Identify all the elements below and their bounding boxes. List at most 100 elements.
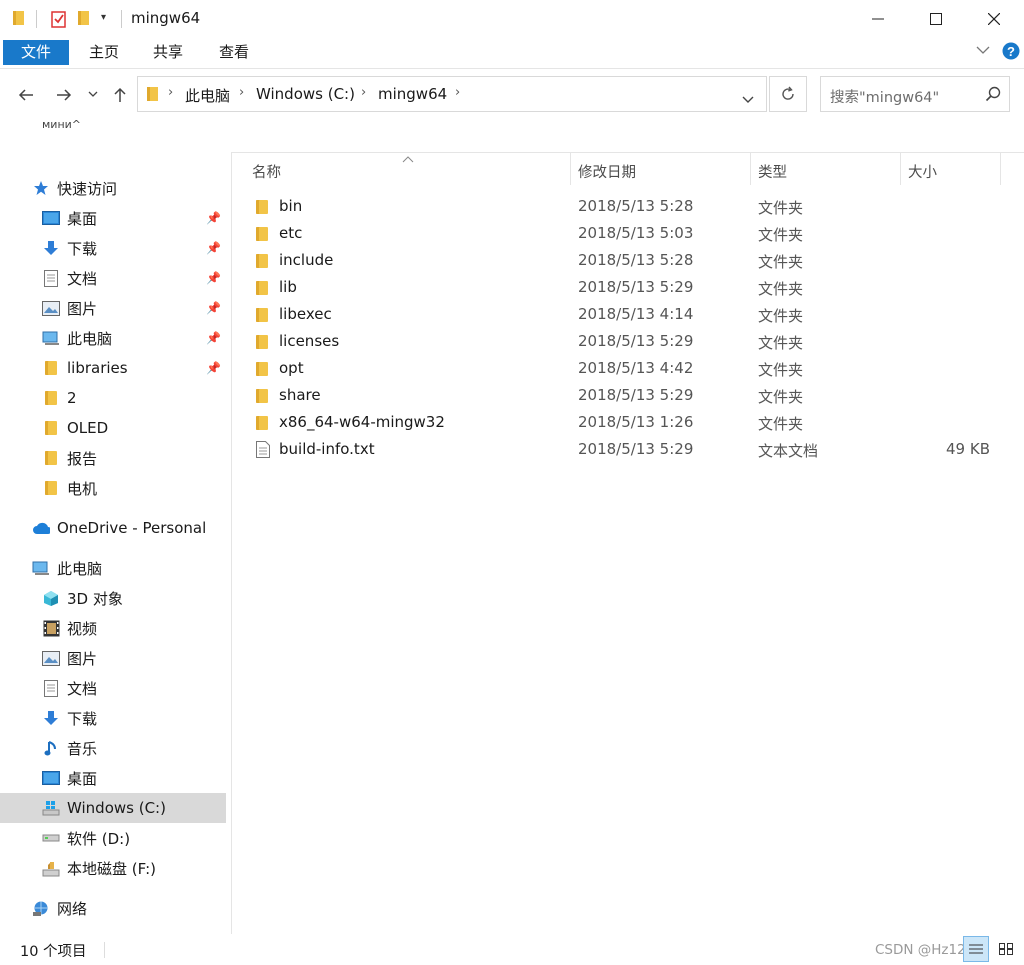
properties-icon[interactable] xyxy=(51,10,67,32)
up-button[interactable] xyxy=(108,83,132,107)
expand-ribbon-icon[interactable] xyxy=(976,43,990,59)
search-box[interactable]: 搜索"mingw64" xyxy=(820,76,1010,112)
chevron-right-icon[interactable]: › xyxy=(455,85,460,100)
sidebar-item-motor[interactable]: 电机 xyxy=(0,473,226,503)
pin-icon[interactable]: 📌 xyxy=(206,211,221,225)
music-note-icon xyxy=(42,739,60,757)
sidebar-item-2[interactable]: 2 xyxy=(0,383,226,413)
sidebar-item-windows-c[interactable]: Windows (C:) xyxy=(0,793,226,823)
sidebar-item-downloads-pc[interactable]: 下载 xyxy=(0,703,226,733)
chevron-right-icon[interactable]: › xyxy=(168,85,173,100)
sidebar-item-desktop-pc[interactable]: 桌面 xyxy=(0,763,226,793)
forward-button[interactable] xyxy=(52,83,76,107)
file-type: 文件夹 xyxy=(758,334,804,352)
column-header-size[interactable]: 大小 xyxy=(908,161,937,182)
address-bar[interactable]: › 此电脑 › Windows (C:) › mingw64 › xyxy=(137,76,767,112)
table-row[interactable]: bin 2018/5/13 5:28 文件夹 xyxy=(232,194,1002,221)
sidebar-item-this-pc-pinned[interactable]: 此电脑 📌 xyxy=(0,323,226,353)
new-folder-icon[interactable] xyxy=(77,10,91,30)
tab-file[interactable]: 文件 xyxy=(3,40,69,65)
sidebar-item-oled[interactable]: OLED xyxy=(0,413,226,443)
file-list: 名称 修改日期 类型 大小 bin 2018/5/13 5:28 文件夹 etc… xyxy=(231,152,1024,934)
pin-icon[interactable]: 📌 xyxy=(206,361,221,375)
address-dropdown-icon[interactable] xyxy=(742,90,754,108)
sidebar-item-label: 此电脑 xyxy=(67,329,113,348)
pin-icon[interactable]: 📌 xyxy=(206,241,221,255)
sidebar-item-desktop[interactable]: 桌面 📌 xyxy=(0,203,226,233)
pin-icon[interactable]: 📌 xyxy=(206,301,221,315)
column-divider[interactable] xyxy=(750,153,751,185)
file-date: 2018/5/13 4:14 xyxy=(578,305,694,323)
pin-icon[interactable]: 📌 xyxy=(206,271,221,285)
search-icon[interactable] xyxy=(985,86,1001,106)
table-row[interactable]: licenses 2018/5/13 5:29 文件夹 xyxy=(232,329,1002,356)
help-icon[interactable]: ? xyxy=(1002,42,1020,64)
pin-icon[interactable]: 📌 xyxy=(206,331,221,345)
sidebar-item-videos[interactable]: 视频 xyxy=(0,613,226,643)
sidebar-item-pictures[interactable]: 图片 📌 xyxy=(0,293,226,323)
minimize-button[interactable] xyxy=(849,0,907,38)
window-title: mingw64 xyxy=(131,9,201,27)
folder-icon xyxy=(42,479,60,497)
maximize-icon xyxy=(930,13,942,25)
column-header-name[interactable]: 名称 xyxy=(252,161,281,182)
recent-locations-button[interactable] xyxy=(84,83,102,107)
sidebar-item-documents-pc[interactable]: 文档 xyxy=(0,673,226,703)
chevron-right-icon[interactable]: › xyxy=(361,85,366,100)
sidebar-item-report[interactable]: 报告 xyxy=(0,443,226,473)
folder-icon xyxy=(42,449,60,467)
details-view-button[interactable] xyxy=(963,936,989,962)
table-row[interactable]: lib 2018/5/13 5:29 文件夹 xyxy=(232,275,1002,302)
sidebar-item-downloads[interactable]: 下载 📌 xyxy=(0,233,226,263)
customize-quick-access-icon[interactable]: ▾ xyxy=(101,12,106,23)
back-arrow-icon xyxy=(18,89,33,101)
table-row[interactable]: etc 2018/5/13 5:03 文件夹 xyxy=(232,221,1002,248)
sidebar-item-pictures-pc[interactable]: 图片 xyxy=(0,643,226,673)
sidebar-item-label: 3D 对象 xyxy=(67,589,123,608)
sidebar-item-label: 网络 xyxy=(57,899,88,918)
table-row[interactable]: include 2018/5/13 5:28 文件夹 xyxy=(232,248,1002,275)
sidebar-item-music[interactable]: 音乐 xyxy=(0,733,226,763)
sidebar-onedrive[interactable]: OneDrive - Personal xyxy=(0,513,226,543)
forward-arrow-icon xyxy=(57,89,72,101)
search-placeholder[interactable]: 搜索"mingw64" xyxy=(830,86,939,107)
table-row[interactable]: build-info.txt 2018/5/13 5:29 文本文档 49 KB xyxy=(232,437,1002,464)
tab-share[interactable]: 共享 xyxy=(137,38,199,66)
sidebar-quick-access[interactable]: 快速访问 xyxy=(0,173,226,203)
cloud-icon xyxy=(32,519,50,537)
sidebar-item-label: 下载 xyxy=(67,239,98,258)
column-header-type[interactable]: 类型 xyxy=(758,161,787,182)
column-divider[interactable] xyxy=(570,153,571,185)
sidebar-this-pc[interactable]: 此电脑 xyxy=(0,553,226,583)
maximize-button[interactable] xyxy=(907,0,965,38)
column-header-date[interactable]: 修改日期 xyxy=(578,161,636,182)
breadcrumb-mingw64[interactable]: mingw64 xyxy=(378,85,447,103)
breadcrumb-this-pc[interactable]: 此电脑 xyxy=(185,85,230,106)
table-row[interactable]: share 2018/5/13 5:29 文件夹 xyxy=(232,383,1002,410)
file-type: 文件夹 xyxy=(758,361,804,379)
refresh-button[interactable] xyxy=(769,76,807,112)
file-type: 文件夹 xyxy=(758,199,804,217)
sidebar-item-3d-objects[interactable]: 3D 对象 xyxy=(0,583,226,613)
sidebar-item-label: 桌面 xyxy=(67,209,98,228)
sidebar-network[interactable]: 网络 xyxy=(0,893,226,923)
file-type: 文本文档 xyxy=(758,442,819,460)
status-bar: 10 个项目 CSDN @Hz12 xyxy=(0,934,1024,965)
folder-icon xyxy=(256,335,268,349)
tab-view[interactable]: 查看 xyxy=(203,38,265,66)
sidebar-item-libraries[interactable]: libraries 📌 xyxy=(0,353,226,383)
column-divider[interactable] xyxy=(1000,153,1001,185)
table-row[interactable]: x86_64-w64-mingw32 2018/5/13 1:26 文件夹 xyxy=(232,410,1002,437)
large-icons-view-button[interactable] xyxy=(993,936,1019,962)
table-row[interactable]: opt 2018/5/13 4:42 文件夹 xyxy=(232,356,1002,383)
sidebar-item-documents[interactable]: 文档 📌 xyxy=(0,263,226,293)
tab-home[interactable]: 主页 xyxy=(73,38,135,66)
back-button[interactable] xyxy=(14,83,38,107)
column-divider[interactable] xyxy=(900,153,901,185)
chevron-right-icon[interactable]: › xyxy=(239,85,244,100)
breadcrumb-windows-c[interactable]: Windows (C:) xyxy=(256,85,355,103)
sidebar-item-software-d[interactable]: 软件 (D:) xyxy=(0,823,226,853)
sidebar-item-local-disk-f[interactable]: 本地磁盘 (F:) xyxy=(0,853,226,883)
close-button[interactable] xyxy=(965,0,1023,38)
table-row[interactable]: libexec 2018/5/13 4:14 文件夹 xyxy=(232,302,1002,329)
